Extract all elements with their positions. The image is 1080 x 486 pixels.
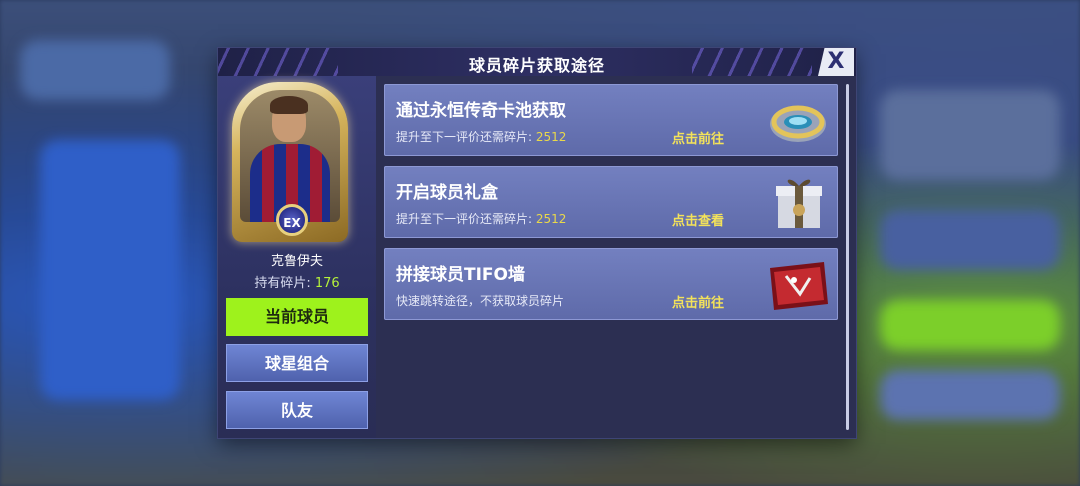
player-sidebar: EX 克鲁伊夫 持有碎片: 176 当前球员 球星组合 队友: [218, 76, 376, 438]
go-action-link[interactable]: 点击前往: [672, 292, 724, 311]
tifo-wall-icon: [770, 262, 828, 310]
list-scrollbar[interactable]: [846, 84, 849, 430]
teammates-button[interactable]: 队友: [226, 391, 368, 429]
source-subtitle-text: 提升至下一评价还需碎片:: [396, 212, 533, 226]
shards-count: 176: [314, 276, 340, 291]
source-subtitle: 提升至下一评价还需碎片: 2512: [396, 128, 566, 145]
star-combo-button[interactable]: 球星组合: [226, 344, 368, 382]
current-player-button[interactable]: 当前球员: [226, 298, 368, 336]
dialog-title: 球员碎片获取途径: [468, 56, 605, 75]
source-needed-value: 2512: [535, 130, 567, 144]
source-subtitle: 快速跳转途径，不获取球员碎片: [396, 292, 564, 309]
source-list: 通过永恒传奇卡池获取 提升至下一评价还需碎片: 2512 点击前往 开启球员礼盒…: [384, 84, 838, 430]
source-row-tifo-wall[interactable]: 拼接球员TIFO墙 快速跳转途径，不获取球员碎片 点击前往: [384, 248, 838, 320]
source-row-gift-box[interactable]: 开启球员礼盒 提升至下一评价还需碎片: 2512 点击查看: [384, 166, 838, 238]
source-subtitle: 提升至下一评价还需碎片: 2512: [396, 210, 566, 227]
source-subtitle-text: 提升至下一评价还需碎片:: [396, 130, 533, 144]
source-needed-value: 2512: [535, 212, 567, 226]
ex-badge-icon: EX: [276, 204, 308, 236]
gift-box-icon: [776, 179, 822, 228]
background-blob: [40, 140, 180, 400]
background-blob: [20, 40, 170, 100]
ring-icon: [770, 105, 826, 142]
go-action-link[interactable]: 点击前往: [672, 128, 724, 147]
source-title: 通过永恒传奇卡池获取: [396, 101, 566, 121]
player-hair: [270, 96, 308, 114]
background-blob: [880, 300, 1060, 350]
player-name: 克鲁伊夫: [270, 254, 323, 269]
source-title: 拼接球员TIFO墙: [396, 265, 525, 285]
shards-held: 持有碎片: 176: [218, 272, 376, 291]
source-subtitle-text: 快速跳转途径，不获取球员碎片: [396, 294, 565, 308]
shard-source-dialog: 球员碎片获取途径 X EX 克鲁伊夫 持有碎片: 176 当前球员 球星组合 队…: [218, 48, 856, 438]
dialog-titlebar: 球员碎片获取途径 X: [218, 48, 856, 76]
player-portrait: [240, 90, 340, 222]
player-card: EX: [232, 82, 348, 242]
source-row-legend-pool[interactable]: 通过永恒传奇卡池获取 提升至下一评价还需碎片: 2512 点击前往: [384, 84, 838, 156]
source-title: 开启球员礼盒: [396, 183, 498, 203]
background-blob: [880, 370, 1060, 420]
background-blob: [880, 210, 1060, 270]
view-action-link[interactable]: 点击查看: [672, 210, 724, 229]
shards-label: 持有碎片:: [254, 276, 311, 291]
background-blob: [880, 90, 1060, 180]
